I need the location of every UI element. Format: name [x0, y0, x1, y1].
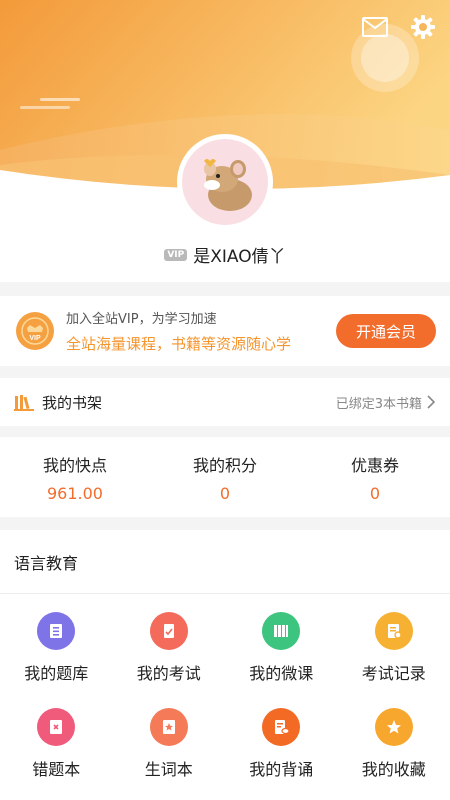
- question-bank-icon: [37, 612, 76, 650]
- stat-points[interactable]: 我的积分 0: [150, 437, 300, 517]
- gear-icon: [411, 15, 435, 39]
- section-title: 语言教育: [0, 530, 450, 594]
- bookshelf-status-text: 已绑定3本书籍: [335, 396, 422, 412]
- username[interactable]: 是XIAO倩丫: [193, 242, 285, 267]
- language-education-section: 语言教育 我的题库 我的考试 我的微课 考试记录 错题本 生词本 我的背诵 我的…: [0, 530, 450, 800]
- username-row: VIP 是XIAO倩丫: [0, 242, 450, 267]
- grid-item-vocabulary-book[interactable]: 生词本: [113, 708, 226, 794]
- grid-item-exam-record[interactable]: 考试记录: [338, 612, 450, 698]
- stat-coupons[interactable]: 优惠券 0: [300, 437, 450, 517]
- grid-item-label: 我的考试: [136, 664, 201, 683]
- stat-value: 0: [219, 483, 231, 503]
- avatar-image: [182, 139, 268, 225]
- vip-subline: 全站海量课程，书籍等资源随心学: [66, 335, 292, 353]
- exam-record-icon: [374, 612, 413, 650]
- mail-icon: [362, 17, 388, 37]
- avatar[interactable]: [177, 134, 273, 230]
- grid-item-exam[interactable]: 我的考试: [113, 612, 226, 698]
- vip-status-badge: VIP: [164, 248, 188, 261]
- grid-item-favorites[interactable]: 我的收藏: [338, 708, 450, 794]
- header-actions: [360, 12, 438, 42]
- stat-kuaidian[interactable]: 我的快点 961.00: [0, 437, 150, 517]
- vip-headline: 加入全站VIP，为学习加速: [66, 312, 217, 327]
- settings-button[interactable]: [408, 12, 438, 42]
- chevron-right-icon: [427, 395, 436, 409]
- bookshelf-icon: [14, 395, 34, 411]
- micro-course-icon: [262, 612, 301, 650]
- vocabulary-book-icon: [149, 708, 188, 746]
- open-membership-button[interactable]: 开通会员: [336, 314, 436, 348]
- exam-icon: [149, 612, 188, 650]
- stat-label: 优惠券: [350, 455, 399, 475]
- stat-label: 我的快点: [42, 455, 107, 475]
- grid-item-label: 我的题库: [24, 664, 89, 683]
- stat-value: 961.00: [47, 483, 103, 503]
- stat-value: 0: [369, 483, 381, 503]
- grid-item-label: 我的背诵: [249, 760, 314, 779]
- grid-item-label: 错题本: [32, 760, 81, 779]
- grid-item-micro-course[interactable]: 我的微课: [225, 612, 338, 698]
- profile-header: VIP 是XIAO倩丫: [0, 0, 450, 282]
- feature-grid: 我的题库 我的考试 我的微课 考试记录 错题本 生词本 我的背诵 我的收藏: [0, 594, 450, 794]
- grid-item-question-bank[interactable]: 我的题库: [0, 612, 113, 698]
- grid-item-label: 生词本: [144, 760, 193, 779]
- mail-button[interactable]: [360, 12, 390, 42]
- stats-panel: 我的快点 961.00 我的积分 0 优惠券 0: [0, 437, 450, 517]
- vip-badge-text: VIP: [29, 335, 41, 342]
- bookshelf-title: 我的书架: [42, 393, 103, 412]
- favorites-icon: [374, 708, 413, 746]
- vip-texts: 加入全站VIP，为学习加速 全站海量课程，书籍等资源随心学: [66, 308, 336, 354]
- recitation-icon: [262, 708, 301, 746]
- stat-label: 我的积分: [192, 455, 257, 475]
- grid-item-label: 考试记录: [361, 664, 426, 683]
- bookshelf-row[interactable]: 我的书架 已绑定3本书籍: [0, 378, 450, 426]
- vip-promo-card[interactable]: VIP 加入全站VIP，为学习加速 全站海量课程，书籍等资源随心学 开通会员: [0, 296, 450, 366]
- grid-item-label: 我的微课: [249, 664, 314, 683]
- grid-item-label: 我的收藏: [361, 760, 426, 779]
- grid-item-wrong-notebook[interactable]: 错题本: [0, 708, 113, 794]
- bookshelf-status: 已绑定3本书籍: [336, 393, 436, 412]
- vip-crown-icon: VIP: [16, 312, 54, 350]
- wrong-notebook-icon: [37, 708, 76, 746]
- grid-item-recitation[interactable]: 我的背诵: [225, 708, 338, 794]
